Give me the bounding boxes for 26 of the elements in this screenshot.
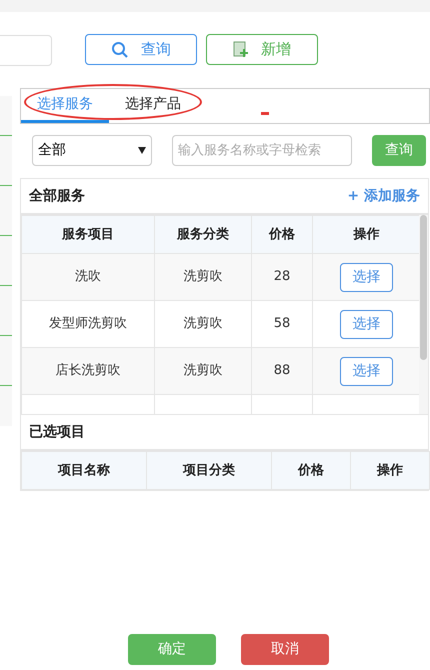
add-document-icon <box>233 41 249 58</box>
select-button[interactable]: 选择 <box>340 356 393 386</box>
select-button[interactable]: 选择 <box>340 262 393 292</box>
add-button[interactable]: 新增 <box>206 34 318 65</box>
dropdown-icon <box>138 147 146 154</box>
scrollbar-thumb[interactable] <box>420 215 427 360</box>
section-title: 全部服务 <box>29 186 85 206</box>
input-field[interactable] <box>0 35 52 66</box>
search-field[interactable]: 输入服务名称或字母检索 <box>172 135 352 166</box>
add-service-link[interactable]: + 添加服务 <box>347 186 420 206</box>
select-button[interactable]: 选择 <box>340 310 393 338</box>
category-select[interactable]: 全部 <box>32 135 152 166</box>
tab[interactable]: 选择产品 <box>109 89 197 123</box>
section-title: 已选项目 <box>29 422 85 442</box>
column-header: 操作 <box>350 452 430 490</box>
column-header: 价格 <box>272 452 350 490</box>
cancel-button[interactable]: 取消 <box>241 634 329 665</box>
column-header: 项目分类 <box>146 452 272 490</box>
tab[interactable]: 选择服务 <box>21 89 109 123</box>
annotation-mark <box>261 112 269 115</box>
column-header: 项目名称 <box>22 452 146 490</box>
column-header: 服务项目 <box>22 216 154 254</box>
search-button[interactable]: 查询 <box>372 135 426 166</box>
search-icon <box>111 40 129 58</box>
confirm-button[interactable]: 确定 <box>128 634 216 665</box>
search-button[interactable]: 查询 <box>85 34 197 65</box>
